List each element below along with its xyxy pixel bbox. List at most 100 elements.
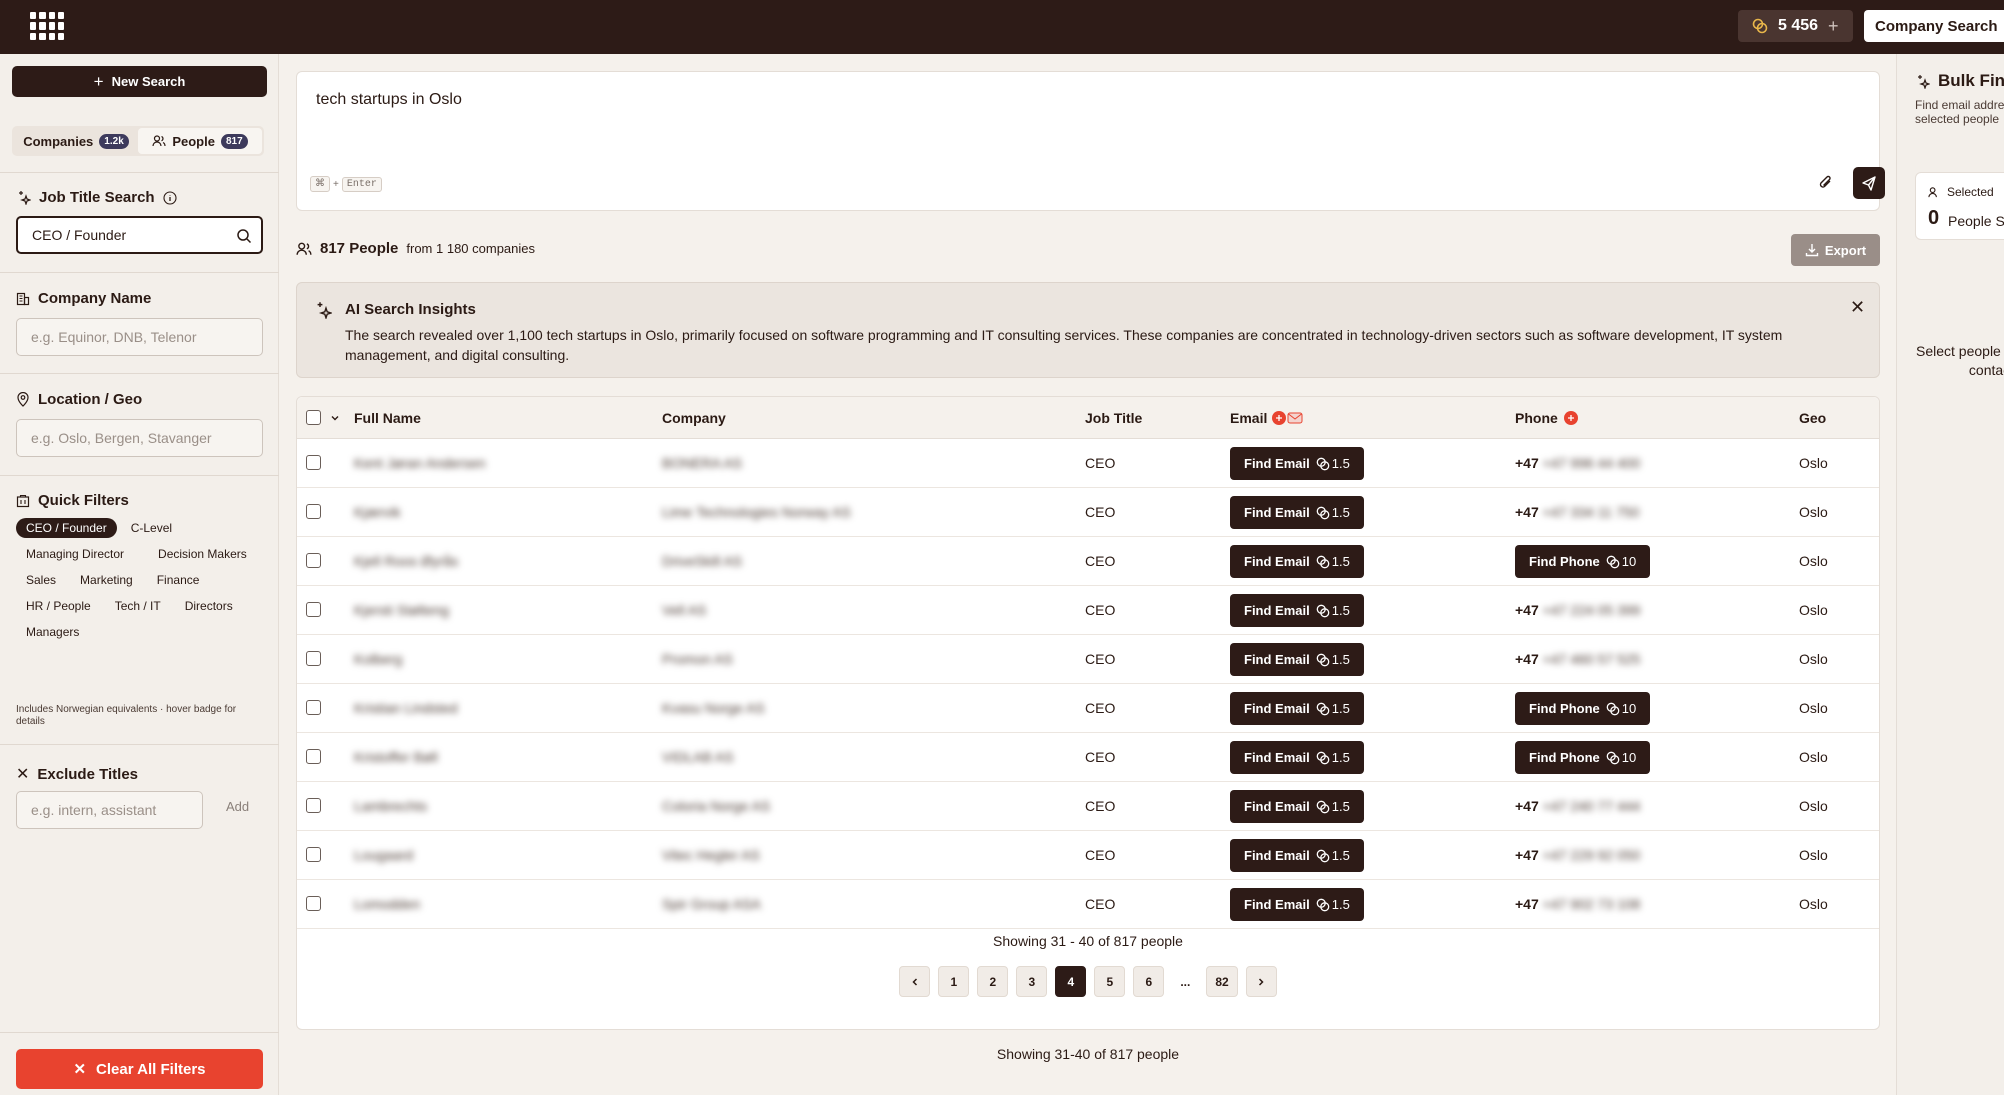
chip-directors[interactable]: Directors bbox=[175, 596, 243, 616]
company-cell[interactable]: Kvasu Norge AS bbox=[662, 700, 765, 716]
table-row[interactable]: Kristoffer Bøll VIDLAB AS CEO Find Email… bbox=[297, 733, 1879, 782]
header-phone[interactable]: Phone bbox=[1515, 410, 1580, 426]
chip-decision-makers[interactable]: Decision Makers bbox=[148, 544, 257, 564]
company-cell[interactable]: DriveSkill AS bbox=[662, 553, 742, 569]
header-job-title[interactable]: Job Title bbox=[1085, 410, 1142, 426]
exclude-input[interactable]: e.g. intern, assistant bbox=[16, 791, 203, 829]
row-checkbox[interactable] bbox=[306, 700, 321, 715]
new-search-button[interactable]: + New Search bbox=[12, 66, 267, 97]
row-checkbox[interactable] bbox=[306, 651, 321, 666]
row-checkbox[interactable] bbox=[306, 504, 321, 519]
find-email-button[interactable]: Find Email 1.5 bbox=[1230, 888, 1364, 921]
header-company[interactable]: Company bbox=[662, 410, 726, 426]
chevron-down-icon[interactable] bbox=[330, 413, 340, 423]
full-name-cell[interactable]: Lougaard bbox=[354, 847, 413, 863]
chip-sales[interactable]: Sales bbox=[16, 570, 66, 590]
table-row[interactable]: Lougaard Vitec Hegler AS CEO Find Email … bbox=[297, 831, 1879, 880]
header-geo[interactable]: Geo bbox=[1799, 410, 1826, 426]
page-button[interactable]: 5 bbox=[1094, 966, 1126, 997]
select-all-checkbox[interactable] bbox=[306, 410, 321, 425]
chip-hr-people[interactable]: HR / People bbox=[16, 596, 101, 616]
find-email-button[interactable]: Find Email 1.5 bbox=[1230, 741, 1364, 774]
page-button[interactable]: 1 bbox=[938, 966, 970, 997]
company-cell[interactable]: Spir Group ASA bbox=[662, 896, 761, 912]
company-cell[interactable]: VIDLAB AS bbox=[662, 749, 734, 765]
next-page-button[interactable] bbox=[1245, 966, 1277, 997]
page-button[interactable]: 2 bbox=[977, 966, 1009, 997]
full-name-cell[interactable]: Lomodden bbox=[354, 896, 420, 912]
table-row[interactable]: Lambrechts Coloria Norge AS CEO Find Ema… bbox=[297, 782, 1879, 831]
company-cell[interactable]: Vell AS bbox=[662, 602, 706, 618]
credits-badge[interactable]: 5 456 + bbox=[1738, 10, 1853, 42]
company-cell[interactable]: Lime Technologies Norway AS bbox=[662, 504, 851, 520]
full-name-cell[interactable]: Kjærvik bbox=[354, 504, 401, 520]
chip-finance[interactable]: Finance bbox=[147, 570, 210, 590]
page-button[interactable]: 82 bbox=[1206, 966, 1238, 997]
row-checkbox[interactable] bbox=[306, 553, 321, 568]
location-input[interactable]: e.g. Oslo, Bergen, Stavanger bbox=[16, 419, 263, 457]
add-credits-icon[interactable]: + bbox=[1828, 16, 1839, 37]
chip-managing-director[interactable]: Managing Director bbox=[16, 544, 134, 564]
find-email-button[interactable]: Find Email 1.5 bbox=[1230, 839, 1364, 872]
company-cell[interactable]: BONERA AS bbox=[662, 455, 742, 471]
full-name-cell[interactable]: Kolberg bbox=[354, 651, 402, 667]
find-email-button[interactable]: Find Email 1.5 bbox=[1230, 496, 1364, 529]
table-row[interactable]: Lomodden Spir Group ASA CEO Find Email 1… bbox=[297, 880, 1879, 929]
find-phone-button[interactable]: Find Phone 10 bbox=[1515, 741, 1651, 774]
add-exclude-button[interactable]: Add bbox=[226, 799, 249, 814]
full-name-cell[interactable]: Kristoffer Bøll bbox=[354, 749, 438, 765]
clear-all-filters-button[interactable]: ✕ Clear All Filters bbox=[16, 1049, 263, 1089]
table-row[interactable]: Kolberg Promon AS CEO Find Email 1.5 +47… bbox=[297, 635, 1879, 684]
job-title-input[interactable]: CEO / Founder bbox=[16, 216, 263, 254]
chip-marketing[interactable]: Marketing bbox=[70, 570, 143, 590]
full-name-cell[interactable]: Lambrechts bbox=[354, 798, 427, 814]
row-checkbox[interactable] bbox=[306, 602, 321, 617]
table-row[interactable]: Kjærvik Lime Technologies Norway AS CEO … bbox=[297, 488, 1879, 537]
chip-c-level[interactable]: C-Level bbox=[121, 518, 182, 538]
chip-ceo-founder[interactable]: CEO / Founder bbox=[16, 518, 117, 538]
find-phone-button[interactable]: Find Phone 10 bbox=[1515, 545, 1651, 578]
chip-tech-it[interactable]: Tech / IT bbox=[105, 596, 171, 616]
full-name-cell[interactable]: Kjell Roos Øyrås bbox=[354, 553, 458, 569]
find-email-button[interactable]: Find Email 1.5 bbox=[1230, 545, 1364, 578]
close-icon[interactable]: ✕ bbox=[1850, 297, 1865, 318]
app-logo[interactable] bbox=[30, 12, 64, 40]
chip-managers[interactable]: Managers bbox=[16, 622, 89, 642]
find-email-button[interactable]: Find Email 1.5 bbox=[1230, 790, 1364, 823]
company-name-input[interactable]: e.g. Equinor, DNB, Telenor bbox=[16, 318, 263, 356]
prev-page-button[interactable] bbox=[899, 966, 931, 997]
export-button[interactable]: Export bbox=[1791, 234, 1880, 266]
row-checkbox[interactable] bbox=[306, 455, 321, 470]
company-cell[interactable]: Vitec Hegler AS bbox=[662, 847, 760, 863]
table-row[interactable]: Kjersti Stølteng Vell AS CEO Find Email … bbox=[297, 586, 1879, 635]
find-email-button[interactable]: Find Email 1.5 bbox=[1230, 643, 1364, 676]
find-email-button[interactable]: Find Email 1.5 bbox=[1230, 594, 1364, 627]
header-full-name[interactable]: Full Name bbox=[354, 410, 421, 426]
header-email[interactable]: Email bbox=[1230, 410, 1307, 426]
row-checkbox[interactable] bbox=[306, 896, 321, 911]
full-name-cell[interactable]: Kjersti Stølteng bbox=[354, 602, 449, 618]
tab-companies[interactable]: Companies 1.2k bbox=[14, 128, 138, 154]
row-checkbox[interactable] bbox=[306, 798, 321, 813]
company-cell[interactable]: Coloria Norge AS bbox=[662, 798, 770, 814]
paperclip-icon[interactable] bbox=[1817, 174, 1835, 192]
find-phone-button[interactable]: Find Phone 10 bbox=[1515, 692, 1651, 725]
full-name-cell[interactable]: Kent Jøran Andersen bbox=[354, 455, 486, 471]
send-button[interactable] bbox=[1853, 167, 1885, 199]
tab-people[interactable]: People 817 bbox=[138, 128, 262, 154]
query-box[interactable]: tech startups in Oslo ⌘ + Enter bbox=[296, 71, 1885, 211]
full-name-cell[interactable]: Kristian Lindsted bbox=[354, 700, 458, 716]
table-row[interactable]: Kent Jøran Andersen BONERA AS CEO Find E… bbox=[297, 439, 1879, 488]
find-email-button[interactable]: Find Email 1.5 bbox=[1230, 692, 1364, 725]
table-row[interactable]: Kristian Lindsted Kvasu Norge AS CEO Fin… bbox=[297, 684, 1879, 733]
table-row[interactable]: Kjell Roos Øyrås DriveSkill AS CEO Find … bbox=[297, 537, 1879, 586]
page-button[interactable]: 3 bbox=[1016, 966, 1048, 997]
row-checkbox[interactable] bbox=[306, 847, 321, 862]
company-search-button[interactable]: Company Search bbox=[1864, 10, 2004, 42]
query-text[interactable]: tech startups in Oslo bbox=[316, 91, 462, 109]
page-button[interactable]: 6 bbox=[1133, 966, 1165, 997]
search-icon[interactable] bbox=[236, 228, 252, 244]
info-icon[interactable] bbox=[163, 190, 177, 205]
find-email-button[interactable]: Find Email 1.5 bbox=[1230, 447, 1364, 480]
company-cell[interactable]: Promon AS bbox=[662, 651, 733, 667]
